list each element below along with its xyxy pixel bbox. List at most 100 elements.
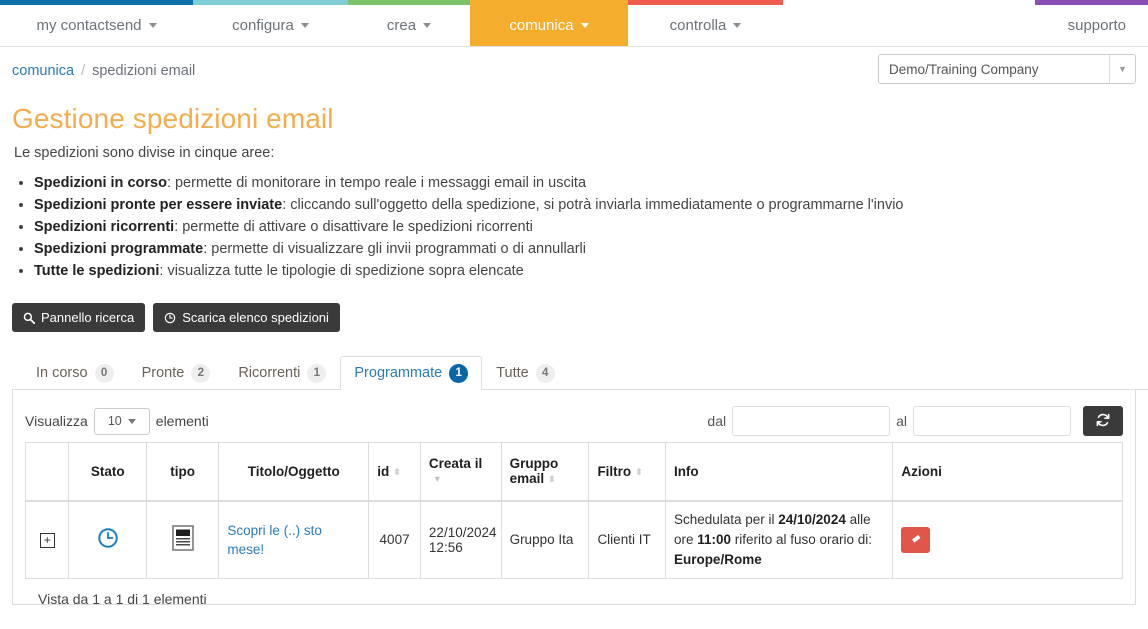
nav-item-label: comunica	[509, 17, 574, 34]
tab-in-corso[interactable]: In corso 0	[22, 356, 128, 390]
breadcrumb-current: spedizioni email	[92, 63, 196, 79]
search-icon	[23, 312, 35, 324]
panel-toolbar: Visualizza 10 elementi dal al	[25, 400, 1123, 442]
tab-label: Pronte	[141, 365, 185, 381]
chevron-down-icon	[580, 23, 589, 28]
table-footer-count: Vista da 1 a 1 di 1 elementi	[38, 591, 207, 607]
company-select[interactable]: Demo/Training Company ▼	[878, 54, 1136, 84]
clock-icon	[97, 528, 119, 552]
col-tipo-label: tipo	[170, 463, 196, 479]
tab-label: Tutte	[496, 365, 529, 381]
tab-programmate[interactable]: Programmate 1	[340, 356, 483, 390]
breadcrumb-separator: /	[81, 63, 86, 79]
col-creata-label: Creata il	[428, 456, 483, 472]
col-titolo-label: Titolo/Oggetto	[247, 463, 340, 479]
nav-item-label: controlla	[669, 17, 727, 34]
areas-list: Spedizioni in corso: permette di monitor…	[12, 173, 1136, 281]
sort-icon: ⬍	[393, 466, 401, 477]
cell-azioni	[892, 500, 1123, 579]
search-panel-button[interactable]: Pannello ricerca	[12, 303, 146, 332]
download-list-button[interactable]: Scarica elenco spedizioni	[153, 303, 340, 332]
list-item: Spedizioni pronte per essere inviate: cl…	[34, 195, 1136, 215]
nav-item-comunica[interactable]: comunica	[470, 5, 628, 46]
info-time: 11:00	[697, 531, 731, 547]
area-term: Spedizioni in corso	[34, 175, 167, 191]
cell-titolo-oggetto: Scopri le (..) sto mese!	[218, 500, 370, 579]
refresh-button[interactable]	[1083, 406, 1123, 436]
col-info: Info	[664, 442, 894, 502]
col-azioni-label: Azioni	[901, 463, 942, 479]
page-title: Gestione spedizioni email	[12, 103, 334, 134]
breadcrumb-row: comunica / spedizioni email Demo/Trainin…	[0, 47, 1148, 95]
area-desc: : permette di attivare o disattivare le …	[174, 219, 533, 235]
nav-item-supporto[interactable]: supporto	[1054, 5, 1148, 46]
breadcrumb-link-comunica[interactable]: comunica	[12, 63, 74, 79]
date-from-input[interactable]	[732, 406, 891, 436]
chevron-down-icon	[300, 23, 309, 28]
cancel-shipment-button[interactable]	[901, 526, 931, 553]
col-filtro[interactable]: Filtro ⬍	[588, 442, 666, 502]
company-select-value: Demo/Training Company	[889, 61, 1039, 77]
nav-item-crea[interactable]: crea	[348, 5, 470, 46]
tab-tutte[interactable]: Tutte 4	[482, 356, 569, 390]
area-desc: : permette di visualizzare gli invii pro…	[203, 241, 587, 257]
info-date: 24/10/2024	[778, 511, 846, 527]
chevron-down-icon	[127, 418, 136, 424]
page-intro: Le spedizioni sono divise in cinque aree…	[14, 145, 275, 161]
table-row: + Scopri le (..) sto mese! 4007 22/10/20…	[24, 500, 1123, 579]
cell-filtro: Clienti IT	[588, 500, 666, 579]
area-term: Tutte le spedizioni	[34, 263, 160, 279]
area-term: Spedizioni programmate	[34, 241, 204, 257]
tab-badge: 1	[449, 364, 469, 383]
col-id[interactable]: id ⬍	[368, 442, 421, 502]
expand-row-icon[interactable]: +	[39, 532, 55, 548]
area-desc: : permette di monitorare in tempo reale …	[166, 175, 587, 191]
page-content: Gestione spedizioni email Le spedizioni …	[0, 103, 1148, 332]
page-length-select[interactable]: 10	[93, 407, 150, 435]
elements-label: elementi	[155, 413, 209, 429]
nav-item-my-contactsend[interactable]: my contactsend	[0, 5, 193, 46]
tab-ricorrenti[interactable]: Ricorrenti 1	[224, 356, 340, 390]
tab-pronte[interactable]: Pronte 2	[128, 356, 225, 390]
tab-label: Programmate	[354, 365, 443, 381]
tab-label: In corso	[36, 365, 88, 381]
date-to-input[interactable]	[913, 406, 1071, 436]
sort-icon: ⬍	[548, 474, 556, 485]
date-from-label: dal	[707, 413, 727, 429]
area-desc: : visualizza tutte le tipologie di spedi…	[159, 263, 524, 279]
download-list-button-label: Scarica elenco spedizioni	[182, 310, 329, 325]
show-entries-label: Visualizza	[25, 413, 88, 429]
list-item: Spedizioni ricorrenti: permette di attiv…	[34, 217, 1136, 237]
list-item: Tutte le spedizioni: visualizza tutte le…	[34, 261, 1136, 281]
col-expand	[24, 442, 70, 502]
tab-badge: 4	[535, 364, 555, 383]
tab-badge: 0	[94, 364, 114, 383]
download-clock-icon	[164, 312, 176, 324]
sort-icon: ⬍	[635, 466, 643, 477]
info-timezone: Europe/Rome	[673, 551, 762, 567]
eraser-icon	[909, 531, 923, 548]
tab-bar: In corso 0 Pronte 2 Ricorrenti 1 Program…	[12, 356, 1148, 390]
nav-item-configura[interactable]: configura	[193, 5, 348, 46]
col-tipo[interactable]: tipo	[145, 442, 220, 502]
col-info-label: Info	[673, 463, 699, 479]
col-gruppo-email[interactable]: Gruppo email ⬍	[500, 442, 590, 502]
shipment-title-link[interactable]: Scopri le (..) sto mese!	[227, 523, 322, 557]
chevron-down-icon: ▼	[1109, 55, 1135, 83]
col-titolo-oggetto[interactable]: Titolo/Oggetto	[218, 442, 370, 502]
tab-badge: 1	[307, 364, 327, 383]
col-stato[interactable]: Stato	[68, 442, 147, 502]
col-creata-il[interactable]: Creata il ▼	[419, 442, 502, 502]
date-range-filter: dal al	[707, 406, 1123, 436]
cell-tipo	[145, 500, 220, 579]
cell-id: 4007	[368, 500, 421, 579]
area-term: Spedizioni ricorrenti	[34, 219, 175, 235]
action-button-row: Pannello ricerca Scarica elenco spedizio…	[12, 303, 1136, 332]
col-id-label: id	[377, 463, 390, 479]
date-to-label: al	[896, 413, 907, 429]
nav-item-label: my contactsend	[36, 17, 142, 34]
nav-item-controlla[interactable]: controlla	[628, 5, 783, 46]
nav-item-label: configura	[232, 17, 294, 34]
col-azioni: Azioni	[892, 442, 1123, 502]
sort-desc-icon: ▼	[432, 474, 442, 485]
